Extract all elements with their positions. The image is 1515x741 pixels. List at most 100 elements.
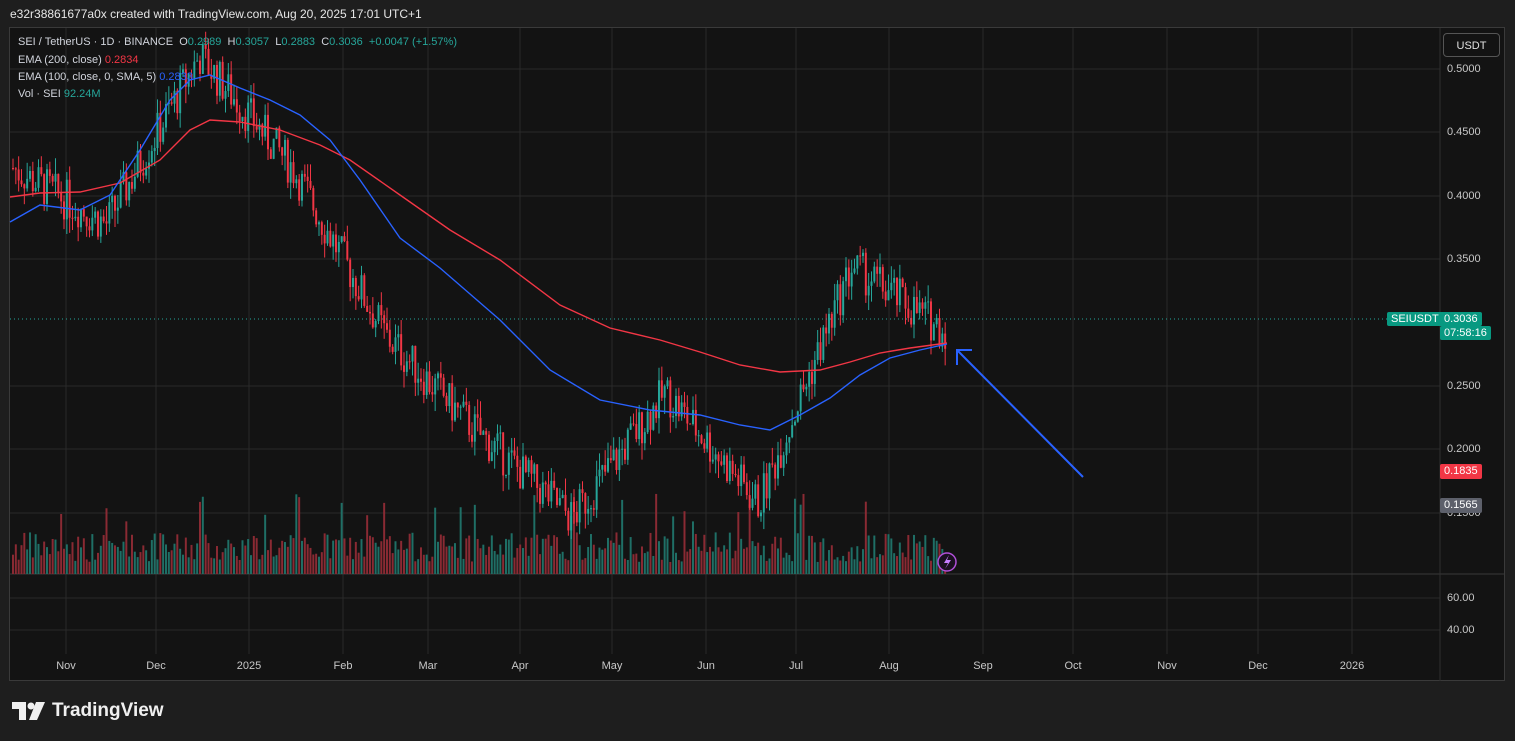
candle-body <box>354 277 357 297</box>
volume-bar <box>641 546 643 574</box>
candle-body <box>309 180 312 189</box>
price-tick: 0.5000 <box>1447 63 1481 75</box>
volume-bar <box>445 546 448 574</box>
candle-body <box>879 267 881 274</box>
candle-body <box>842 281 845 316</box>
candle-body <box>405 361 408 372</box>
volume-bar <box>813 542 816 574</box>
candle-body <box>881 267 884 292</box>
volume-bar <box>887 534 890 574</box>
candle-body <box>295 179 298 184</box>
candle-body <box>343 236 346 242</box>
candle-body <box>326 230 329 244</box>
candle-body <box>490 452 493 461</box>
volume-bar <box>561 551 564 574</box>
price-chart[interactable] <box>0 0 1515 741</box>
volume-bar <box>754 546 757 574</box>
volume-bar <box>706 552 709 574</box>
candle-body <box>170 102 173 104</box>
volume-bar <box>224 548 227 574</box>
candle-body <box>918 302 921 313</box>
volume-bar <box>204 534 207 574</box>
candle-body <box>471 434 473 442</box>
volume-bar <box>862 549 864 574</box>
candle-body <box>816 342 819 361</box>
volume-bar <box>496 554 499 574</box>
candlesticks <box>12 31 947 540</box>
volume-bar <box>91 534 94 574</box>
volume-bar <box>864 501 867 574</box>
candle-body <box>80 209 82 228</box>
candle-body <box>754 484 757 499</box>
candle-body <box>431 392 434 395</box>
ema200-legend[interactable]: EMA (200, close) 0.2834 <box>18 54 138 66</box>
candle-body <box>71 217 74 219</box>
volume-bar <box>686 551 689 574</box>
tradingview-logo[interactable]: TradingView <box>12 699 164 723</box>
candle-body <box>927 301 930 303</box>
candle-body <box>43 174 46 204</box>
candle-body <box>162 127 165 142</box>
volume-bar <box>235 555 238 574</box>
candle-body <box>896 277 898 306</box>
time-tick: Jul <box>788 660 804 672</box>
volume-bar <box>145 550 148 574</box>
candle-body <box>584 493 587 514</box>
volume-bar <box>904 557 907 574</box>
volume-bar <box>150 540 153 574</box>
volume-bar <box>709 546 711 574</box>
candle-body <box>352 277 354 288</box>
volume-bar <box>258 559 261 574</box>
volume-bar <box>343 538 346 574</box>
candle-body <box>825 327 828 334</box>
symbol-legend[interactable]: SEI / TetherUS · 1D · BINANCE O0.2989 H0… <box>18 36 457 48</box>
volume-bar <box>567 560 570 574</box>
volume-bar <box>318 556 320 574</box>
candle-body <box>720 461 723 465</box>
candle-body <box>473 414 476 442</box>
volume-bar <box>71 542 74 574</box>
candle-body <box>536 464 539 488</box>
volume-legend[interactable]: Vol · SEI 92.24M <box>18 88 101 100</box>
currency-button[interactable]: USDT <box>1443 33 1500 57</box>
volume-bar <box>720 551 723 574</box>
candle-body <box>805 386 808 390</box>
volume-bar <box>456 557 459 574</box>
volume-bar <box>377 546 380 574</box>
volume-bar <box>125 521 128 574</box>
time-tick: May <box>601 660 623 672</box>
volume-bar <box>298 497 301 574</box>
candle-body <box>391 346 394 352</box>
volume-bar <box>482 544 485 574</box>
candle-body <box>94 211 97 218</box>
candle-body <box>944 333 947 349</box>
candle-body <box>496 433 499 442</box>
candle-body <box>833 300 836 328</box>
volume-bar <box>173 543 176 574</box>
candle-body <box>397 334 400 338</box>
lightning-icon[interactable] <box>937 552 957 572</box>
volume-bar <box>677 560 680 574</box>
volume-bar <box>218 559 221 574</box>
candle-body <box>462 401 465 407</box>
volume-bar <box>471 561 473 574</box>
candle-body <box>281 147 284 156</box>
candle-body <box>267 114 269 150</box>
volume-bar <box>584 558 587 574</box>
volume-bar <box>454 543 456 574</box>
ema100-legend[interactable]: EMA (100, close, 0, SMA, 5) 0.2833 <box>18 71 193 83</box>
candle-body <box>592 508 595 510</box>
candle-body <box>791 425 794 438</box>
volume-bar <box>930 560 932 574</box>
level-tag-red: 0.1835 <box>1440 464 1482 479</box>
candle-body <box>652 405 655 430</box>
volume-bar <box>553 535 556 574</box>
volume-bar <box>805 559 808 574</box>
volume-bar <box>116 546 119 574</box>
time-tick: Feb <box>333 660 353 672</box>
volume-bar <box>771 543 774 574</box>
candle-body <box>298 179 301 201</box>
candle-body <box>150 151 153 163</box>
volume-bar <box>182 554 184 574</box>
volume-bar <box>635 553 638 574</box>
